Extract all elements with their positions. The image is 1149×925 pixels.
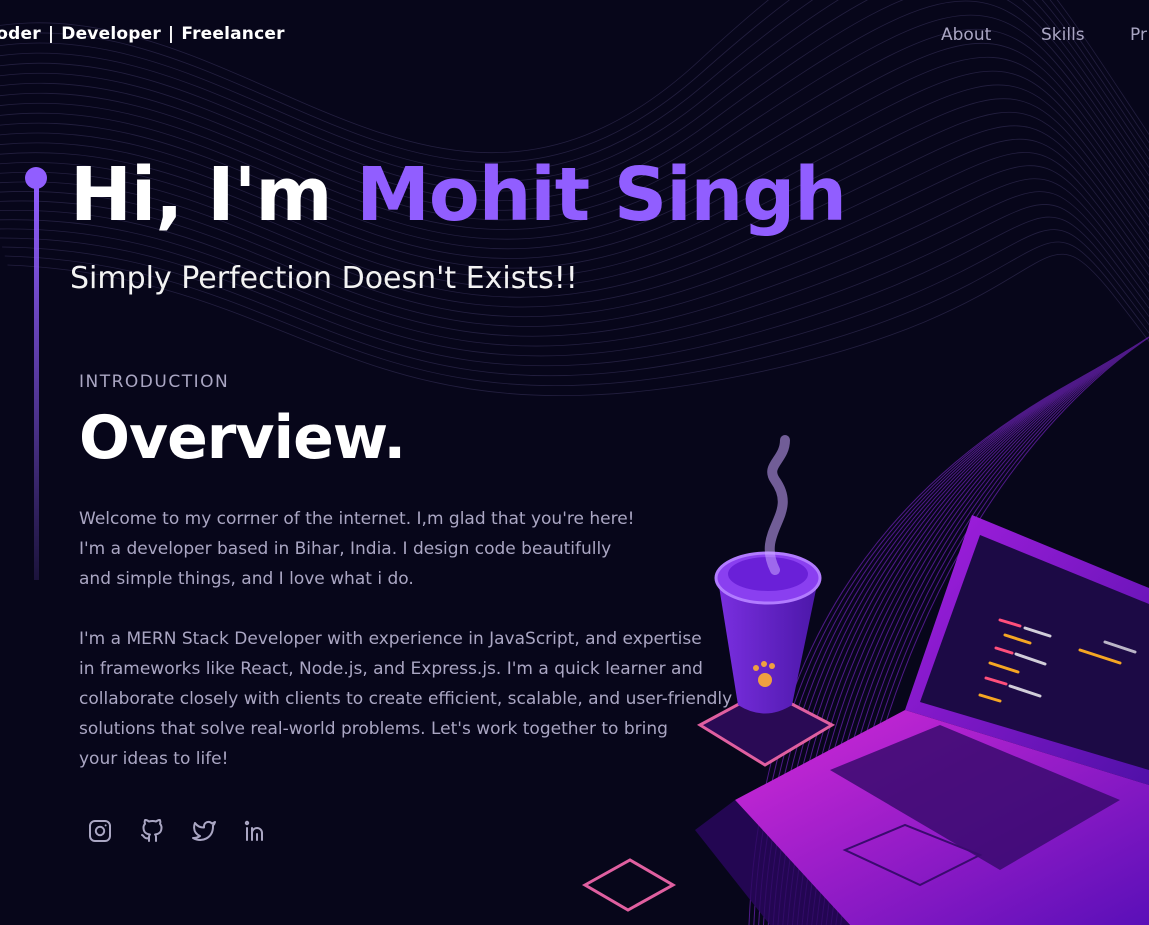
linkedin-link[interactable] xyxy=(243,816,269,846)
section-title: Overview. xyxy=(79,403,406,473)
github-link[interactable] xyxy=(139,816,165,846)
floating-diamond xyxy=(581,858,677,912)
timeline-bar xyxy=(34,185,39,580)
brand-tagline[interactable]: coder | Developer | Freelancer xyxy=(0,24,285,44)
hero-name: Mohit Singh xyxy=(356,152,847,238)
twitter-icon xyxy=(192,821,216,841)
twitter-link[interactable] xyxy=(191,816,217,846)
section-subtitle: INTRODUCTION xyxy=(79,372,230,392)
social-links xyxy=(87,816,269,846)
navbar: coder|Developer|Freelancer About Skills … xyxy=(0,0,1149,72)
nav-link-projects[interactable]: Pr xyxy=(1130,25,1147,45)
cup-steam xyxy=(764,435,790,575)
nav-link-skills[interactable]: Skills xyxy=(1041,25,1085,45)
instagram-icon xyxy=(89,820,111,842)
instagram-link[interactable] xyxy=(87,816,113,846)
brand-separator: | xyxy=(47,24,55,44)
brand-word-coder: coder xyxy=(0,24,41,44)
brand-word-developer: Developer xyxy=(61,24,161,44)
hero-heading: Hi, I'm Mohit Singh xyxy=(70,152,847,238)
hero-greeting: Hi, I'm xyxy=(70,152,357,238)
overview-paragraph-2: I'm a MERN Stack Developer with experien… xyxy=(79,629,733,769)
hero-tagline: Simply Perfection Doesn't Exists!! xyxy=(70,261,578,296)
linkedin-icon xyxy=(244,820,263,841)
brand-word-freelancer: Freelancer xyxy=(181,24,285,44)
nav-link-about[interactable]: About xyxy=(941,25,991,45)
hero-timeline-indicator xyxy=(24,165,48,585)
github-icon xyxy=(141,819,163,842)
brand-separator: | xyxy=(167,24,175,44)
overview-paragraph-1: Welcome to my corrner of the internet. I… xyxy=(79,509,635,589)
